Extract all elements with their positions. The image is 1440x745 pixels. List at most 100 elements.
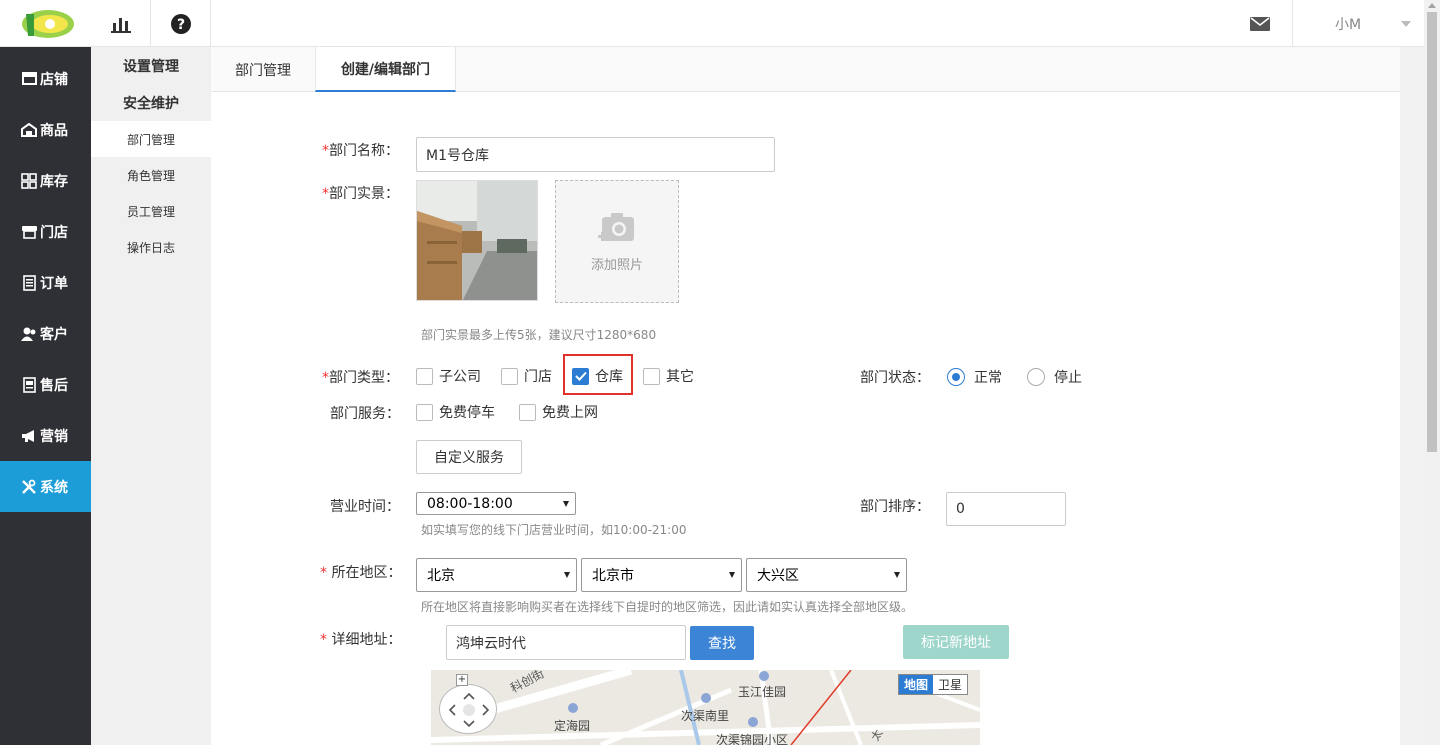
select-value: 北京 <box>427 568 455 584</box>
help-button[interactable]: ? <box>151 0 211 47</box>
map-pan-control[interactable] <box>439 684 497 734</box>
district-select[interactable]: 大兴区 <box>746 558 907 592</box>
logo-icon <box>21 9 74 38</box>
type-checkbox-warehouse[interactable]: 仓库 <box>572 366 623 386</box>
status-radio-stopped[interactable]: 停止 <box>1027 367 1082 387</box>
map-label: 定海园 <box>554 719 591 733</box>
chevron-down-icon <box>563 500 569 507</box>
checkbox-box <box>572 367 589 385</box>
type-checkbox-shop[interactable]: 门店 <box>501 366 552 386</box>
aftersale-icon <box>21 376 37 393</box>
select-value: 08:00-18:00 <box>427 495 513 512</box>
region-label: * 所在地区： <box>320 565 402 581</box>
add-photo-button[interactable]: 添加照片 <box>555 180 679 303</box>
nav-item-orders[interactable]: 订单 <box>0 257 91 308</box>
stats-button[interactable] <box>91 0 151 47</box>
map-label: 次渠锦园小区 <box>716 733 789 745</box>
user-name: 小M <box>1335 16 1362 33</box>
help-icon: ? <box>170 13 191 34</box>
messages-button[interactable] <box>1228 0 1292 47</box>
subnav-heading-security[interactable]: 安全维护 <box>91 84 211 121</box>
order-icon <box>21 274 37 291</box>
nav-item-system[interactable]: 系统 <box>0 461 91 512</box>
checkbox-label: 门店 <box>524 369 552 385</box>
business-hours-label: 营业时间： <box>330 499 400 515</box>
custom-service-button[interactable]: 自定义服务 <box>416 440 522 474</box>
checkbox-label: 其它 <box>666 369 694 385</box>
nav-label: 系统 <box>40 479 68 496</box>
chevron-down-icon <box>564 572 570 578</box>
select-value: 北京市 <box>592 568 634 584</box>
nav-label: 库存 <box>40 173 68 190</box>
shop-icon <box>21 224 37 240</box>
map-type-switch: 地图 卫星 <box>898 674 969 695</box>
checkbox-box <box>643 367 660 385</box>
subnav-item-logs[interactable]: 操作日志 <box>91 229 211 265</box>
nav-item-shop[interactable]: 门店 <box>0 206 91 257</box>
goods-icon <box>21 122 37 138</box>
nav-label: 店铺 <box>40 71 68 88</box>
subnav-heading-settings[interactable]: 设置管理 <box>91 47 211 84</box>
top-bar: ? 小M <box>0 0 1424 47</box>
megaphone-icon <box>21 428 37 444</box>
checkbox-box <box>416 403 433 421</box>
mark-new-address-button[interactable]: 标记新地址 <box>903 625 1009 659</box>
subnav-item-departments[interactable]: 部门管理 <box>91 121 211 157</box>
nav-item-marketing[interactable]: 营销 <box>0 410 91 461</box>
checkbox-label: 免费停车 <box>439 405 495 421</box>
region-hint: 所在地区将直接影响购买者在选择线下自提时的地区筛选，因此请如实认真选择全部地区级… <box>421 600 914 614</box>
checkbox-box <box>501 367 518 385</box>
camera-add-icon <box>598 212 634 241</box>
mail-icon <box>1250 16 1270 31</box>
location-map[interactable]: 科创街 玉江佳园 次渠南里 定海园 次渠锦园小区 太 + 地图 卫星 <box>431 670 980 745</box>
type-checkbox-subsidiary[interactable]: 子公司 <box>416 366 481 386</box>
department-type-label: *部门类型： <box>322 370 399 386</box>
tab-department-management[interactable]: 部门管理 <box>211 47 315 92</box>
nav-item-goods[interactable]: 商品 <box>0 104 91 155</box>
department-name-input[interactable]: M1号仓库 <box>416 137 775 172</box>
page-scrollbar[interactable] <box>1424 0 1440 745</box>
map-tab-satellite[interactable]: 卫星 <box>933 675 967 694</box>
scrollbar-thumb[interactable] <box>1427 12 1437 452</box>
pan-arrows-icon <box>448 692 490 728</box>
service-checkbox-wifi[interactable]: 免费上网 <box>519 402 598 422</box>
map-label: 次渠南里 <box>681 709 730 723</box>
tab-create-edit-department[interactable]: 创建/编辑部门 <box>315 47 456 92</box>
checkbox-label: 子公司 <box>439 369 481 385</box>
department-sort-input[interactable]: 0 <box>946 492 1066 526</box>
radio-label: 正常 <box>974 370 1002 386</box>
business-hours-select[interactable]: 08:00-18:00 <box>416 492 576 515</box>
address-label: * 详细地址： <box>320 632 402 648</box>
photo-hint: 部门实景最多上传5张，建议尺寸1280*680 <box>421 328 657 342</box>
status-radio-normal[interactable]: 正常 <box>947 367 1002 387</box>
type-checkbox-other[interactable]: 其它 <box>643 366 694 386</box>
nav-item-customers[interactable]: 客户 <box>0 308 91 359</box>
search-address-button[interactable]: 查找 <box>690 626 754 660</box>
nav-item-aftersale[interactable]: 售后 <box>0 359 91 410</box>
nav-item-store[interactable]: 店铺 <box>0 53 91 104</box>
scroll-up-icon[interactable] <box>1428 3 1436 8</box>
city-select[interactable]: 北京市 <box>581 558 742 592</box>
map-tab-map[interactable]: 地图 <box>899 675 934 694</box>
zoom-in-icon[interactable]: + <box>456 674 468 686</box>
service-checkbox-parking[interactable]: 免费停车 <box>416 402 495 422</box>
radio-circle <box>947 368 965 386</box>
main-content: 部门管理 创建/编辑部门 *部门名称： M1号仓库 *部门实景： 添加照片 部门… <box>211 47 1400 745</box>
subnav-item-staff[interactable]: 员工管理 <box>91 193 211 229</box>
department-service-label: 部门服务： <box>330 406 400 422</box>
bar-chart-icon <box>110 17 131 33</box>
chevron-down-icon <box>1401 20 1412 27</box>
logo[interactable] <box>0 0 91 47</box>
nav-item-inventory[interactable]: 库存 <box>0 155 91 206</box>
department-sort-label: 部门排序： <box>860 499 930 515</box>
nav-label: 营销 <box>40 428 68 445</box>
nav-label: 商品 <box>40 122 68 139</box>
department-photo-thumbnail[interactable] <box>416 180 538 301</box>
province-select[interactable]: 北京 <box>416 558 577 592</box>
tools-icon <box>21 479 37 495</box>
address-input[interactable]: 鸿坤云时代 <box>446 625 686 660</box>
map-label: 玉江佳园 <box>738 685 787 699</box>
subnav-item-roles[interactable]: 角色管理 <box>91 157 211 193</box>
warehouse-photo <box>417 181 537 300</box>
user-menu[interactable]: 小M <box>1292 0 1424 47</box>
